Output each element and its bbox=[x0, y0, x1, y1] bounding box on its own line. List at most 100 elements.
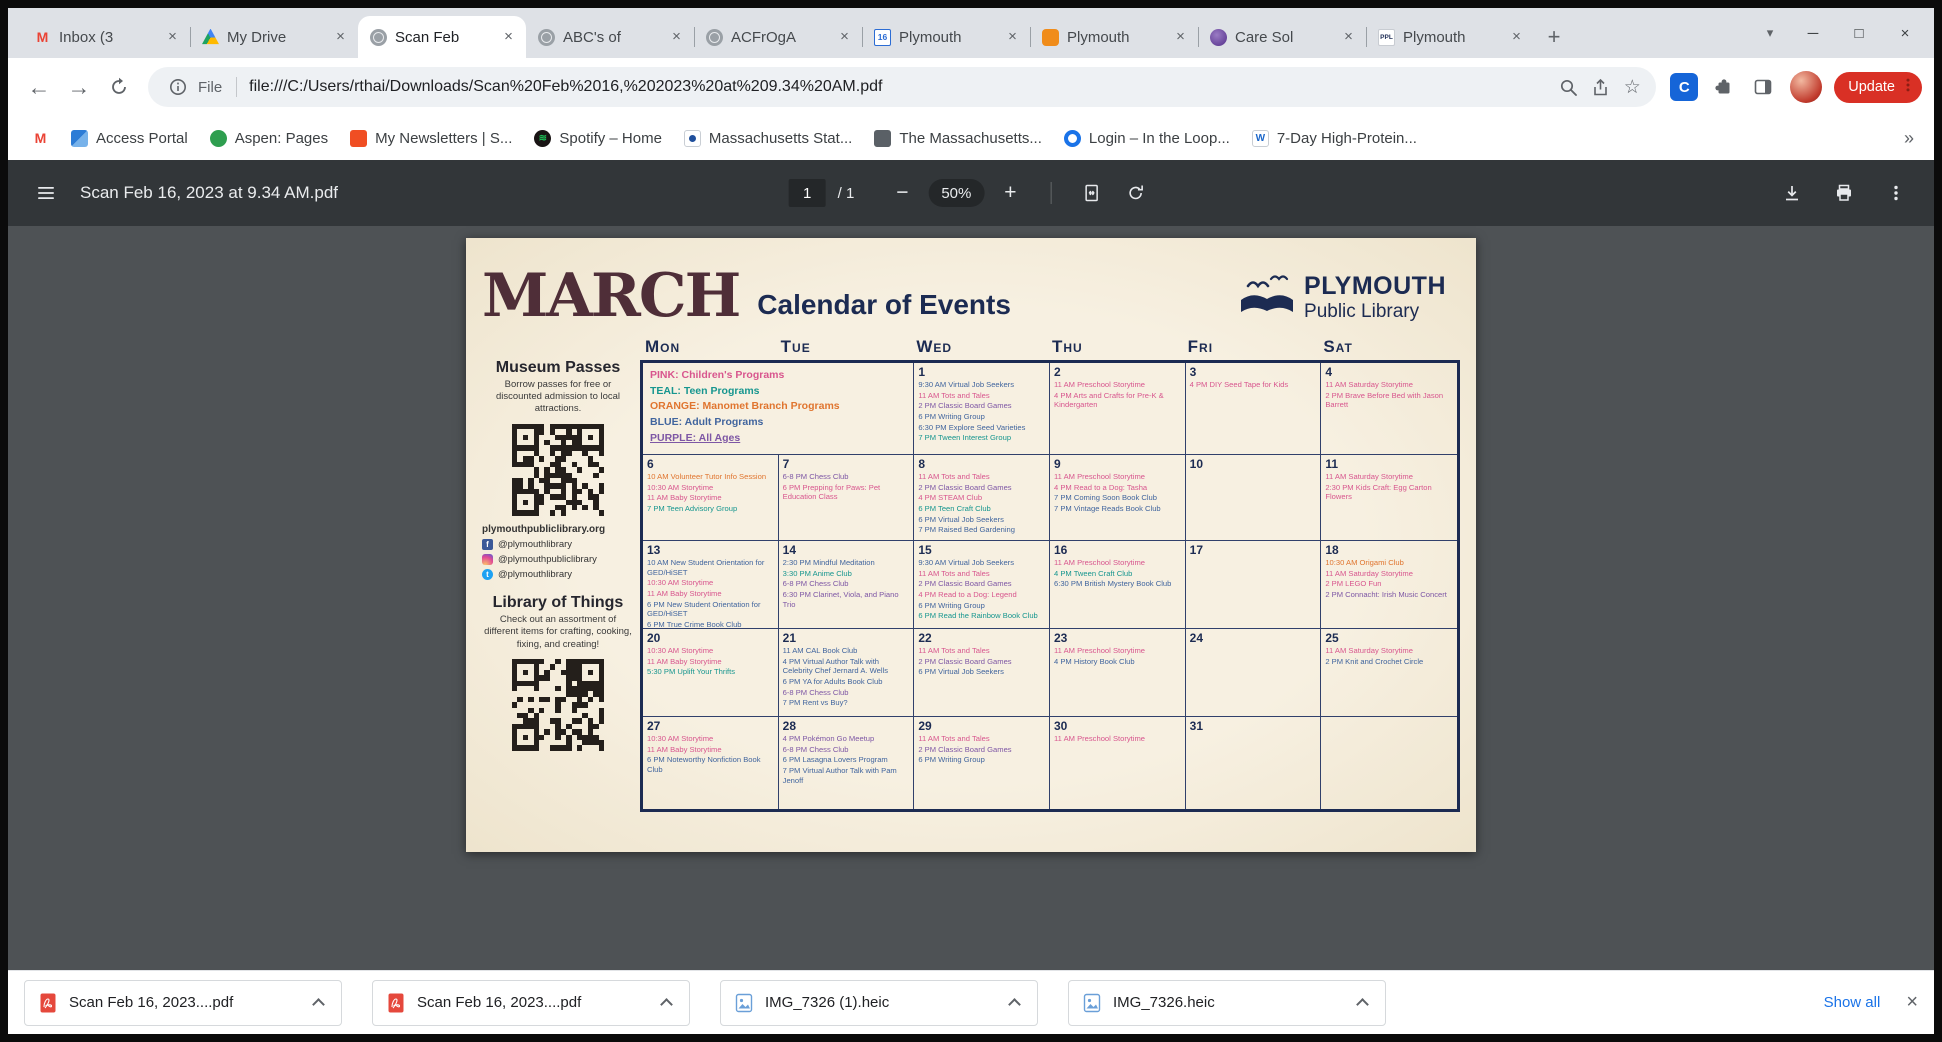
calendar-day-6: 6 10 AM Volunteer Tutor Info Session 10:30… bbox=[643, 454, 779, 541]
zoom-out-icon[interactable]: − bbox=[884, 175, 920, 211]
bookmark-my-newsletters-s[interactable]: My Newsletters | S... bbox=[340, 124, 522, 153]
bookmark-gmail[interactable]: M bbox=[22, 124, 59, 153]
tab-abc-s-of-3[interactable]: ABC's of × bbox=[526, 16, 694, 58]
bookmark-access-portal[interactable]: Access Portal bbox=[61, 124, 198, 153]
profile-avatar[interactable] bbox=[1790, 71, 1823, 103]
tab-inbox-3-0[interactable]: M Inbox (3 × bbox=[22, 16, 190, 58]
download-chip-3[interactable]: IMG_7326.heic bbox=[1068, 979, 1386, 1026]
calendar-event: 4 PM DIY Seed Tape for Kids bbox=[1189, 379, 1289, 389]
tab-close-icon[interactable]: × bbox=[1339, 28, 1358, 47]
update-button[interactable]: Update bbox=[1834, 71, 1922, 103]
page-number-input[interactable]: 1 bbox=[788, 179, 826, 207]
expand-chevron-icon[interactable] bbox=[307, 992, 329, 1014]
tab-close-icon[interactable]: × bbox=[163, 28, 182, 47]
weekday-header-tue: Tue bbox=[780, 336, 811, 356]
update-label: Update bbox=[1848, 79, 1895, 95]
back-icon[interactable]: ← bbox=[20, 68, 58, 106]
expand-chevron-icon[interactable] bbox=[655, 992, 677, 1014]
fit-page-icon[interactable] bbox=[1073, 175, 1109, 211]
library-logo: PLYMOUTH Public Library bbox=[1238, 272, 1446, 323]
browser-menu-kebab-icon[interactable] bbox=[1900, 77, 1916, 97]
tab-plymouth-5[interactable]: 16 Plymouth × bbox=[862, 16, 1030, 58]
tab-plymouth-8[interactable]: PPL Plymouth × bbox=[1366, 16, 1534, 58]
zoom-magnifier-icon[interactable] bbox=[1552, 71, 1584, 103]
zoom-level[interactable]: 50% bbox=[928, 179, 985, 207]
url-text[interactable]: file:///C:/Users/rthai/Downloads/Scan%20… bbox=[249, 78, 1552, 96]
tab-acfroga-4[interactable]: ACFrOgA × bbox=[694, 16, 862, 58]
tab-title: Inbox (3 bbox=[59, 28, 114, 46]
bookmark-star-icon[interactable]: ☆ bbox=[1616, 71, 1648, 103]
tab-search-chevron-icon[interactable]: ▾ bbox=[1750, 8, 1790, 58]
reload-icon[interactable] bbox=[100, 68, 138, 106]
bookmark-the-massachusetts[interactable]: The Massachusetts... bbox=[864, 124, 1052, 153]
zoom-in-icon[interactable]: + bbox=[992, 175, 1028, 211]
loop-icon bbox=[1063, 129, 1081, 147]
new-tab-button[interactable]: + bbox=[1538, 21, 1570, 53]
extensions-puzzle-icon[interactable] bbox=[1704, 68, 1742, 106]
gmail-icon: M bbox=[34, 130, 47, 146]
downloads-bar-close-icon[interactable]: × bbox=[1906, 991, 1918, 1014]
forward-icon[interactable]: → bbox=[60, 68, 98, 106]
address-bar[interactable]: File file:///C:/Users/rthai/Downloads/Sc… bbox=[148, 67, 1657, 107]
calendar-event: 4 PM Read to a Dog: Legend bbox=[918, 589, 1017, 599]
tab-close-icon[interactable]: × bbox=[499, 28, 518, 47]
pdf-kebab-icon[interactable] bbox=[1878, 175, 1914, 211]
calendar-event: 11 AM Saturday Storytime bbox=[1325, 645, 1413, 655]
calendar-event: 6 PM Lasagna Lovers Program bbox=[782, 755, 888, 765]
extension-c-icon[interactable]: C bbox=[1670, 73, 1699, 101]
weekday-headers: Mon Tue Wed Thu Fri Sat bbox=[640, 337, 1460, 357]
calendar-legend: PINK: Children's Programs TEAL: Teen Prog… bbox=[643, 362, 915, 455]
pdf-viewer[interactable]: MARCH Calendar of Events PLYMOUTH Public… bbox=[8, 226, 1934, 970]
pdf-menu-hamburger-icon[interactable] bbox=[28, 175, 64, 211]
bookmark-aspen-pages[interactable]: Aspen: Pages bbox=[200, 124, 338, 153]
calendar-event: 11 AM Saturday Storytime bbox=[1325, 471, 1413, 481]
tab-close-icon[interactable]: × bbox=[667, 28, 686, 47]
tab-scan-feb-2[interactable]: Scan Feb × bbox=[358, 16, 526, 58]
download-chip-0[interactable]: Scan Feb 16, 2023....pdf bbox=[24, 979, 342, 1026]
close-button[interactable]: × bbox=[1882, 8, 1928, 58]
rotate-icon[interactable] bbox=[1117, 175, 1153, 211]
download-icon[interactable] bbox=[1774, 175, 1810, 211]
tab-plymouth-6[interactable]: Plymouth × bbox=[1030, 16, 1198, 58]
share-icon[interactable] bbox=[1584, 71, 1616, 103]
day-number: 29 bbox=[918, 718, 932, 733]
maximize-button[interactable]: □ bbox=[1836, 8, 1882, 58]
pdf-document-title: Scan Feb 16, 2023 at 9.34 AM.pdf bbox=[80, 183, 339, 202]
day-number: 16 bbox=[1054, 542, 1068, 557]
info-icon[interactable] bbox=[162, 71, 194, 103]
calendar-day-18: 18 10:30 AM Origami Club 11 AM Saturday St… bbox=[1321, 541, 1457, 629]
day-number: 13 bbox=[647, 542, 661, 557]
tab-close-icon[interactable]: × bbox=[835, 28, 854, 47]
bookmark-7-day-high-protein[interactable]: W 7-Day High-Protein... bbox=[1242, 124, 1427, 153]
bookmark-login-in-the-loop[interactable]: Login – In the Loop... bbox=[1054, 124, 1240, 153]
calendar-event: 7 PM Coming Soon Book Club bbox=[1054, 493, 1157, 503]
download-chip-2[interactable]: IMG_7326 (1).heic bbox=[720, 979, 1038, 1026]
calendar-event: 2:30 PM Mindful Meditation bbox=[782, 557, 875, 567]
calendar-event: 2 PM Classic Board Games bbox=[918, 656, 1012, 666]
calendar-event: 7 PM Vintage Reads Book Club bbox=[1054, 503, 1161, 513]
events-calendar: Mon Tue Wed Thu Fri Sat PINK: Children's Prog… bbox=[640, 323, 1460, 812]
library-logo-icon bbox=[1241, 275, 1294, 313]
tab-close-icon[interactable]: × bbox=[1507, 28, 1526, 47]
expand-chevron-icon[interactable] bbox=[1351, 992, 1373, 1014]
print-icon[interactable] bbox=[1826, 175, 1862, 211]
download-chip-1[interactable]: Scan Feb 16, 2023....pdf bbox=[372, 979, 690, 1026]
weekday-header-wed: Wed bbox=[916, 336, 953, 356]
tab-title: ABC's of bbox=[563, 28, 621, 46]
tab-close-icon[interactable]: × bbox=[1003, 28, 1022, 47]
side-panel-icon[interactable] bbox=[1744, 68, 1782, 106]
expand-chevron-icon[interactable] bbox=[1003, 992, 1025, 1014]
bookmark-massachusetts-stat[interactable]: Massachusetts Stat... bbox=[674, 124, 862, 153]
file-pdf-icon bbox=[385, 992, 407, 1014]
show-all-downloads-link[interactable]: Show all bbox=[1824, 994, 1881, 1011]
bookmark-spotify-home[interactable]: ≋ Spotify – Home bbox=[524, 124, 672, 153]
browser-window: M Inbox (3 × My Drive × Scan Feb × ABC's of × ACF… bbox=[0, 0, 1942, 1042]
tab-care-sol-7[interactable]: Care Sol × bbox=[1198, 16, 1366, 58]
bookmarks-overflow-chevron[interactable]: » bbox=[1898, 128, 1920, 149]
tab-my-drive-1[interactable]: My Drive × bbox=[190, 16, 358, 58]
tab-close-icon[interactable]: × bbox=[1171, 28, 1190, 47]
calendar-event: 9:30 AM Virtual Job Seekers bbox=[918, 379, 1015, 389]
calendar-event: 6 PM Writing Group bbox=[918, 755, 985, 765]
tab-close-icon[interactable]: × bbox=[331, 28, 350, 47]
minimize-button[interactable]: ─ bbox=[1790, 8, 1836, 58]
